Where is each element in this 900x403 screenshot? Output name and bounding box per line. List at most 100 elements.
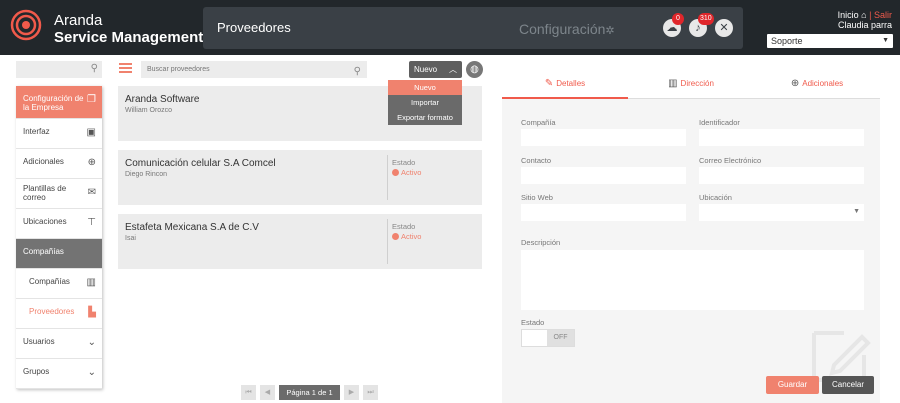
signpost-icon: ⊤ — [87, 217, 96, 228]
brand-name: Aranda — [54, 12, 103, 29]
factory-icon: ▙ — [88, 307, 96, 318]
toggle-off-label: OFF — [547, 330, 574, 346]
new-button[interactable]: Nuevo ︿ — [409, 61, 462, 78]
plus-circle-icon: ⊕ — [790, 78, 800, 89]
building-icon: ▥ — [86, 277, 96, 288]
page-indicator: Página 1 de 1 — [279, 385, 340, 400]
menu-item-importar[interactable]: Importar — [388, 95, 462, 110]
email-label: Correo Electrónico — [699, 156, 762, 165]
title-bar: Proveedores Configuración✲ ☁ 0 ♪ 310 ✕ — [203, 7, 743, 49]
globe-button[interactable]: ◍ — [466, 61, 483, 78]
sidebar: Configuración de la Empresa ❐ Interfaz ▣… — [16, 86, 102, 389]
chevron-down-icon: ⌄ — [87, 337, 96, 348]
website-field[interactable] — [521, 204, 686, 221]
sidebar-item-label: Adicionales — [23, 157, 64, 166]
status-dot-icon — [392, 233, 399, 240]
copy-icon: ❐ — [87, 94, 96, 105]
provider-card[interactable]: Comunicación celular S.A Comcel Diego Ri… — [118, 150, 482, 205]
detail-tabs: ✎ Detalles ▥ Dirección ⊕ Adicionales — [502, 71, 880, 99]
card-divider — [387, 155, 388, 200]
sidebar-item-label: Plantillas de correo — [23, 184, 67, 202]
wrench-icon: ✕ — [719, 22, 729, 34]
card-divider — [387, 219, 388, 264]
prev-page-icon[interactable]: ◀ — [260, 385, 275, 400]
status-toggle[interactable]: OFF — [521, 329, 575, 347]
home-icon: ⌂ — [861, 10, 867, 20]
plus-circle-icon: ⊕ — [87, 157, 96, 168]
separator: | — [869, 10, 872, 20]
search-icon: ⚲ — [353, 66, 361, 77]
profile-select[interactable]: Soporte ▼ — [767, 34, 893, 48]
sidebar-item-label: Compañías — [23, 247, 64, 256]
contact-label: Contacto — [521, 156, 552, 165]
provider-card[interactable]: Estafeta Mexicana S.A de C.V Isai Estado… — [118, 214, 482, 269]
cancel-button[interactable]: Cancelar — [822, 376, 874, 394]
sidebar-item-label: Usuarios — [23, 337, 55, 346]
sidebar-group-companias[interactable]: Compañías — [16, 239, 102, 269]
sidebar-item-adicionales[interactable]: Adicionales ⊕ — [16, 149, 102, 179]
menu-icon[interactable] — [119, 63, 132, 73]
last-page-icon[interactable]: ⏭ — [363, 385, 378, 400]
tools-button[interactable]: ✕ — [715, 19, 733, 37]
sidebar-search-input[interactable]: ⚲ — [16, 61, 102, 78]
menu-item-nuevo[interactable]: Nuevo — [388, 80, 462, 95]
email-field[interactable] — [699, 167, 864, 184]
logout-link[interactable]: Salir — [874, 10, 892, 20]
provider-contact: Diego Rincon — [125, 171, 168, 178]
search-icon: ⚲ — [90, 63, 98, 74]
sidebar-item-grupos[interactable]: Grupos ⌄ — [16, 359, 102, 389]
sidebar-item-proveedores[interactable]: Proveedores ▙ — [16, 299, 102, 329]
menu-item-exportar[interactable]: Exportar formato — [388, 110, 462, 125]
envelope-icon: ✉ — [87, 187, 96, 198]
status-label: Estado — [392, 158, 416, 167]
provider-contact: Isai — [125, 235, 136, 242]
user-area: Inicio ⌂ | Salir Claudia parra — [838, 10, 892, 30]
edit-icon: ✎ — [544, 78, 554, 89]
status-label: Estado — [392, 222, 416, 231]
notifications-button[interactable]: ♪ 310 — [689, 13, 714, 37]
sidebar-item-label: Compañías — [29, 277, 70, 286]
sidebar-item-ubicaciones[interactable]: Ubicaciones ⊤ — [16, 209, 102, 239]
chevron-up-icon: ︿ — [449, 65, 457, 74]
tab-detalles[interactable]: ✎ Detalles — [502, 71, 628, 99]
status-badge: Activo — [392, 168, 421, 177]
caret-down-icon: ▼ — [853, 208, 860, 215]
first-page-icon[interactable]: ⏮ — [241, 385, 256, 400]
provider-name: Aranda Software — [125, 94, 200, 105]
provider-search-input[interactable]: Buscar proveedores ⚲ — [141, 61, 367, 78]
sidebar-item-configuracion-empresa[interactable]: Configuración de la Empresa ❐ — [16, 86, 102, 119]
save-button[interactable]: Guardar — [766, 376, 819, 394]
status-badge: Activo — [392, 232, 421, 241]
sidebar-item-interfaz[interactable]: Interfaz ▣ — [16, 119, 102, 149]
page-title: Proveedores — [217, 20, 291, 35]
sidebar-item-plantillas[interactable]: Plantillas de correo ✉ — [16, 179, 102, 209]
sidebar-item-label: Interfaz — [23, 127, 50, 136]
detail-panel: ✎ Detalles ▥ Dirección ⊕ Adicionales Compañ… — [502, 71, 880, 403]
sidebar-item-usuarios[interactable]: Usuarios ⌄ — [16, 329, 102, 359]
caret-down-icon: ▼ — [882, 37, 889, 44]
sidebar-item-label: Configuración de la Empresa — [23, 94, 84, 112]
next-page-icon[interactable]: ▶ — [344, 385, 359, 400]
config-link[interactable]: Configuración✲ — [519, 21, 615, 37]
cloud-button[interactable]: ☁ 0 — [663, 13, 684, 37]
provider-name: Comunicación celular S.A Comcel — [125, 158, 276, 169]
description-label: Descripción — [521, 238, 561, 247]
notifications-badge: 310 — [698, 13, 714, 25]
provider-name: Estafeta Mexicana S.A de C.V — [125, 222, 259, 233]
identifier-field[interactable] — [699, 129, 864, 146]
description-textarea[interactable] — [521, 250, 864, 310]
contact-field[interactable] — [521, 167, 686, 184]
status-dot-icon — [392, 169, 399, 176]
tab-adicionales[interactable]: ⊕ Adicionales — [754, 71, 880, 99]
aranda-logo-icon — [10, 9, 42, 41]
tab-direccion[interactable]: ▥ Dirección — [628, 71, 754, 99]
sidebar-item-companias[interactable]: Compañías ▥ — [16, 269, 102, 299]
website-label: Sitio Web — [521, 193, 553, 202]
brand-product: Service Management — [54, 29, 204, 46]
new-dropdown-menu: Nuevo Importar Exportar formato — [388, 80, 462, 125]
gear-icon: ✲ — [605, 25, 615, 37]
home-link[interactable]: Inicio — [838, 10, 859, 20]
location-select[interactable]: ▼ — [699, 204, 864, 221]
sidebar-item-label: Proveedores — [29, 307, 75, 316]
company-field[interactable] — [521, 129, 686, 146]
